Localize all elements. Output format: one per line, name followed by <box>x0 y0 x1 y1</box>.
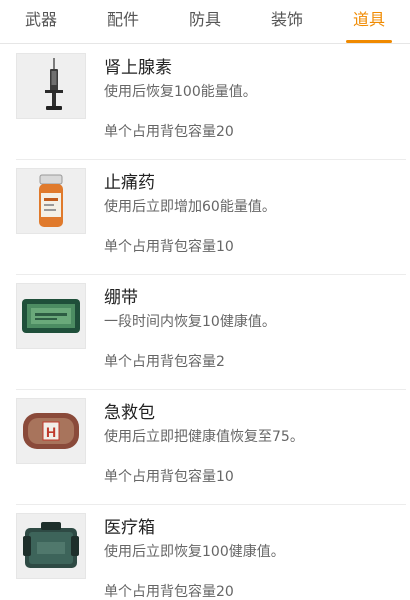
syringe-icon <box>45 58 63 110</box>
item-name: 急救包 <box>104 403 155 423</box>
tab-armor[interactable]: 防具 <box>164 0 246 44</box>
list-item[interactable]: 肾上腺素 使用后恢复100能量值。 单个占用背包容量20 <box>0 45 410 160</box>
item-thumbnail <box>16 513 86 579</box>
list-item[interactable]: H 急救包 使用后立即把健康值恢复至75。 单个占用背包容量10 <box>0 390 410 505</box>
item-description: 使用后立即增加60能量值。 <box>104 199 276 215</box>
list-item[interactable]: 医疗箱 使用后立即恢复100健康值。 单个占用背包容量20 <box>0 505 410 600</box>
item-capacity: 单个占用背包容量10 <box>104 469 234 485</box>
tab-label: 武器 <box>24 10 57 29</box>
item-description: 使用后立即恢复100健康值。 <box>104 544 285 560</box>
item-name: 止痛药 <box>104 173 155 193</box>
tab-label: 装饰 <box>270 10 303 29</box>
category-tab-bar: 武器 配件 防具 装饰 道具 <box>0 0 410 44</box>
item-description: 使用后立即把健康值恢复至75。 <box>104 429 304 445</box>
tab-attachments[interactable]: 配件 <box>82 0 164 44</box>
item-name: 肾上腺素 <box>104 58 172 78</box>
bandage-icon <box>22 299 80 333</box>
tab-label: 道具 <box>352 10 385 29</box>
list-item[interactable]: 绷带 一段时间内恢复10健康值。 单个占用背包容量2 <box>0 275 410 390</box>
pill-bottle-icon <box>39 174 63 227</box>
item-thumbnail <box>16 53 86 119</box>
item-thumbnail: H <box>16 398 86 464</box>
medical-box-icon <box>23 522 79 568</box>
item-description: 一段时间内恢复10健康值。 <box>104 314 276 330</box>
tab-label: 防具 <box>188 10 221 29</box>
tab-label: 配件 <box>106 10 139 29</box>
tab-decorations[interactable]: 装饰 <box>246 0 328 44</box>
item-capacity: 单个占用背包容量20 <box>104 584 234 600</box>
svg-text:H: H <box>46 424 56 440</box>
tab-items[interactable]: 道具 <box>328 0 410 44</box>
item-capacity: 单个占用背包容量20 <box>104 124 234 140</box>
tab-weapons[interactable]: 武器 <box>0 0 82 44</box>
first-aid-kit-icon: H <box>23 413 79 449</box>
item-name: 医疗箱 <box>104 518 155 538</box>
list-item[interactable]: 止痛药 使用后立即增加60能量值。 单个占用背包容量10 <box>0 160 410 275</box>
item-capacity: 单个占用背包容量10 <box>104 239 234 255</box>
active-tab-indicator <box>346 40 392 43</box>
item-description: 使用后恢复100能量值。 <box>104 84 257 100</box>
item-thumbnail <box>16 283 86 349</box>
item-list: 肾上腺素 使用后恢复100能量值。 单个占用背包容量20 止痛药 使用后立即增加… <box>0 45 410 600</box>
item-capacity: 单个占用背包容量2 <box>104 354 225 370</box>
item-thumbnail <box>16 168 86 234</box>
item-name: 绷带 <box>104 288 138 308</box>
